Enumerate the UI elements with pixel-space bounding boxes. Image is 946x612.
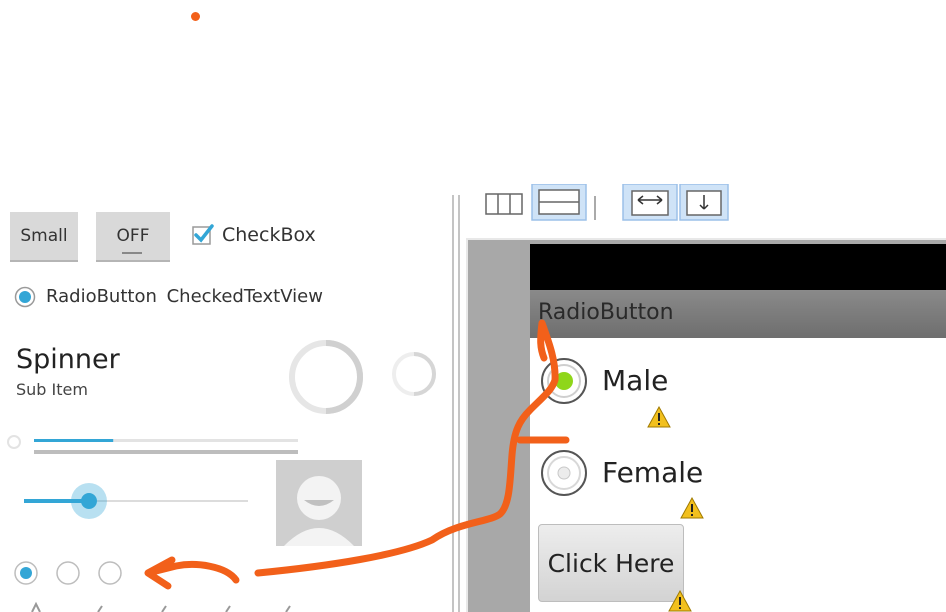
click-here-label: Click Here: [547, 548, 675, 578]
rating-bar-partial: [31, 601, 291, 612]
radio-group: [14, 561, 122, 585]
fit-height-icon[interactable]: [679, 184, 729, 222]
toggle-button[interactable]: OFF: [96, 212, 170, 262]
radio-checked-dot-icon: [555, 372, 573, 390]
annotation-arrowhead: [144, 556, 240, 590]
annotation-dot: [191, 12, 200, 21]
seek-bar[interactable]: [24, 478, 256, 524]
table-row-icon[interactable]: [531, 184, 587, 222]
app-title-bar: RadioButton: [530, 290, 946, 338]
radio-button-label: RadioButton: [46, 286, 157, 307]
spinner-subtitle: Sub Item: [16, 380, 88, 399]
radio-button[interactable]: [14, 286, 36, 308]
radio-option-3[interactable]: [98, 561, 122, 585]
progress-fill: [34, 439, 114, 442]
radio-option-1[interactable]: [14, 561, 38, 585]
avatar-placeholder-icon: [276, 460, 362, 546]
click-here-button[interactable]: Click Here: [538, 524, 684, 602]
checked-text-view-label[interactable]: CheckedTextView: [167, 286, 323, 307]
device-status-bar: [530, 244, 946, 290]
small-button[interactable]: Small: [10, 212, 78, 262]
radio-option-2[interactable]: [56, 561, 80, 585]
warning-icon[interactable]: [668, 590, 692, 612]
warning-icon[interactable]: [680, 497, 704, 519]
checkbox[interactable]: [192, 224, 214, 246]
fit-width-icon[interactable]: [622, 184, 678, 222]
radio-dot-icon: [19, 291, 31, 303]
app-title: RadioButton: [538, 300, 674, 325]
checkbox-label: CheckBox: [222, 224, 316, 246]
warning-icon[interactable]: [647, 406, 671, 428]
female-radio[interactable]: [540, 449, 588, 497]
small-button-label: Small: [20, 226, 68, 246]
pane-divider[interactable]: [452, 195, 466, 612]
progress-track: [34, 450, 298, 454]
male-radio[interactable]: [540, 357, 588, 405]
female-label[interactable]: Female: [602, 456, 703, 489]
toolbar-separator: [594, 196, 596, 220]
male-label[interactable]: Male: [602, 364, 668, 397]
table-layout-icon[interactable]: [484, 184, 526, 222]
mini-spinner-icon: [7, 435, 21, 449]
radio-row-labels: RadioButton CheckedTextView: [46, 286, 323, 307]
horizontal-progress-bar: [7, 435, 298, 454]
progress-ring-large-icon: [289, 340, 364, 414]
spinner-title[interactable]: Spinner: [16, 344, 120, 375]
progress-ring-small-icon: [392, 352, 437, 396]
radio-unchecked-dot-icon: [557, 466, 571, 480]
seek-thumb: [80, 493, 97, 509]
toggle-indicator: [122, 252, 142, 254]
toggle-button-label: OFF: [116, 226, 150, 246]
